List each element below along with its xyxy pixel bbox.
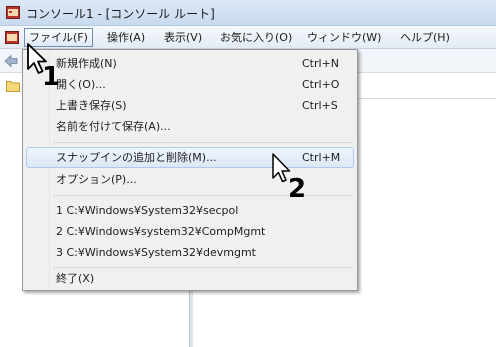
menu-item-open[interactable]: 開く(O)... Ctrl+O: [26, 74, 354, 95]
menu-item-label: 2 C:¥Windows¥system32¥CompMgmt: [56, 225, 266, 238]
menu-help[interactable]: ヘルプ(H): [396, 28, 454, 47]
menu-item-label: 開く(O)...: [56, 78, 106, 91]
mmc-console-icon: [6, 6, 20, 19]
menu-view[interactable]: 表示(V): [160, 28, 206, 47]
menu-item-shortcut: Ctrl+S: [302, 99, 338, 112]
menu-item-label: 3 C:¥Windows¥System32¥devmgmt: [56, 246, 256, 259]
menu-favorites[interactable]: お気に入り(O): [216, 28, 296, 47]
menu-item-label: 終了(X): [56, 272, 95, 285]
menu-item-label: オプション(P)...: [56, 173, 137, 186]
menu-item-shortcut: Ctrl+M: [302, 151, 341, 164]
menu-item-new[interactable]: 新規作成(N) Ctrl+N: [26, 53, 354, 74]
folder-icon: [6, 80, 20, 92]
menu-item-label: 名前を付けて保存(A)...: [56, 120, 171, 133]
menu-separator: [53, 195, 353, 196]
menu-window[interactable]: ウィンドウ(W): [303, 28, 385, 47]
menu-item-label: 上書き保存(S): [56, 99, 127, 112]
menu-item-add-remove-snapin[interactable]: スナップインの追加と削除(M)... Ctrl+M: [26, 147, 354, 168]
menu-item-label: スナップインの追加と削除(M)...: [56, 151, 217, 164]
menu-item-recent-2[interactable]: 2 C:¥Windows¥system32¥CompMgmt: [26, 221, 354, 242]
step-number-2: 2: [288, 174, 307, 204]
title-bar: コンソール1 - [コンソール ルート]: [0, 0, 496, 26]
menu-item-save[interactable]: 上書き保存(S) Ctrl+S: [26, 95, 354, 116]
step-number-1: 1: [42, 62, 61, 92]
back-arrow-icon[interactable]: [4, 54, 18, 68]
menu-item-recent-3[interactable]: 3 C:¥Windows¥System32¥devmgmt: [26, 242, 354, 263]
menu-item-exit[interactable]: 終了(X): [26, 268, 354, 289]
menu-item-label: 新規作成(N): [56, 57, 117, 70]
menu-action[interactable]: 操作(A): [103, 28, 149, 47]
window-title: コンソール1 - [コンソール ルート]: [26, 7, 215, 21]
menu-bar: ファイル(F) 操作(A) 表示(V) お気に入り(O) ウィンドウ(W) ヘル…: [0, 26, 496, 49]
file-menu-dropdown: 新規作成(N) Ctrl+N 開く(O)... Ctrl+O 上書き保存(S) …: [22, 49, 358, 291]
menu-item-save-as[interactable]: 名前を付けて保存(A)...: [26, 116, 354, 137]
mmc-console-icon[interactable]: [5, 30, 19, 44]
menu-item-shortcut: Ctrl+O: [302, 78, 340, 91]
menu-separator: [53, 142, 353, 143]
menu-item-shortcut: Ctrl+N: [302, 57, 340, 70]
menu-item-label: 1 C:¥Windows¥System32¥secpol: [56, 204, 239, 217]
